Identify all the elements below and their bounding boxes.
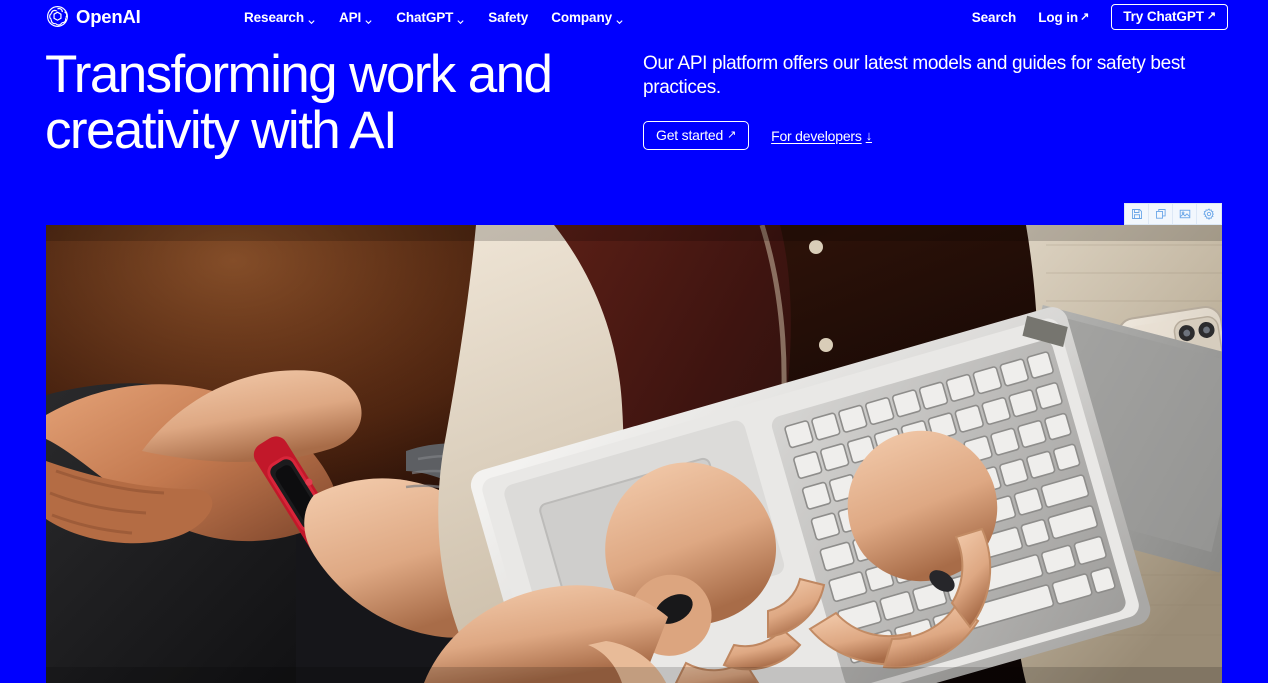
login-link[interactable]: Log in ↗: [1038, 10, 1089, 25]
hero-cta-row: Get started ↗ For developers ↓: [643, 121, 1223, 150]
for-developers-label: For developers: [771, 127, 862, 144]
hero-image: [46, 225, 1222, 683]
settings-gear-icon[interactable]: [1197, 204, 1221, 224]
chevron-down-icon: [456, 14, 465, 24]
login-label: Log in: [1038, 9, 1079, 25]
nav-item-label: Research: [244, 9, 304, 25]
nav-utility-group: Search Log in ↗ Try ChatGPT ↗: [972, 0, 1228, 34]
hero-copy-column: Our API platform offers our latest model…: [643, 52, 1223, 150]
nav-item-research[interactable]: Research: [244, 10, 316, 25]
nav-menu: Research API ChatGPT Safety Company: [244, 0, 624, 34]
nav-item-chatgpt[interactable]: ChatGPT: [396, 10, 465, 25]
nav-item-label: Safety: [488, 9, 529, 25]
nav-item-label: Company: [551, 9, 613, 25]
get-started-button[interactable]: Get started ↗: [643, 121, 750, 150]
nav-item-api[interactable]: API: [339, 10, 373, 25]
try-chatgpt-button[interactable]: Try ChatGPT ↗: [1111, 4, 1228, 30]
openai-landing-page: OpenAI Research API ChatGPT Safety Compa…: [0, 0, 1268, 683]
chevron-down-icon: [615, 14, 624, 24]
nav-item-safety[interactable]: Safety: [488, 10, 528, 25]
arrow-down-icon: ↓: [865, 128, 873, 143]
nav-item-label: API: [339, 9, 362, 25]
try-chatgpt-label: Try ChatGPT: [1123, 9, 1204, 24]
page-title: Transforming work and creativity with AI: [45, 45, 553, 160]
hero-photo-illustration: [46, 225, 1222, 683]
chevron-down-icon: [307, 14, 316, 24]
arrow-up-right-icon: ↗: [1206, 10, 1216, 22]
brand-home-link[interactable]: OpenAI: [46, 5, 141, 28]
openai-logo-icon: [46, 5, 69, 28]
chevron-down-icon: [364, 14, 373, 24]
primary-navigation: OpenAI Research API ChatGPT Safety Compa…: [0, 0, 1268, 34]
image-toolbar: [1124, 203, 1222, 225]
brand-name: OpenAI: [76, 6, 141, 27]
arrow-up-right-icon: ↗: [727, 128, 737, 141]
image-icon[interactable]: [1173, 204, 1197, 224]
nav-item-label: ChatGPT: [396, 9, 454, 25]
search-label: Search: [971, 9, 1017, 25]
get-started-label: Get started: [656, 127, 724, 143]
copy-icon[interactable]: [1149, 204, 1173, 224]
nav-item-company[interactable]: Company: [551, 10, 624, 25]
search-button[interactable]: Search: [971, 9, 1017, 25]
for-developers-link[interactable]: For developers ↓: [771, 128, 872, 144]
save-icon[interactable]: [1125, 204, 1149, 224]
arrow-up-right-icon: ↗: [1080, 10, 1090, 23]
hero-description: Our API platform offers our latest model…: [643, 53, 1185, 98]
